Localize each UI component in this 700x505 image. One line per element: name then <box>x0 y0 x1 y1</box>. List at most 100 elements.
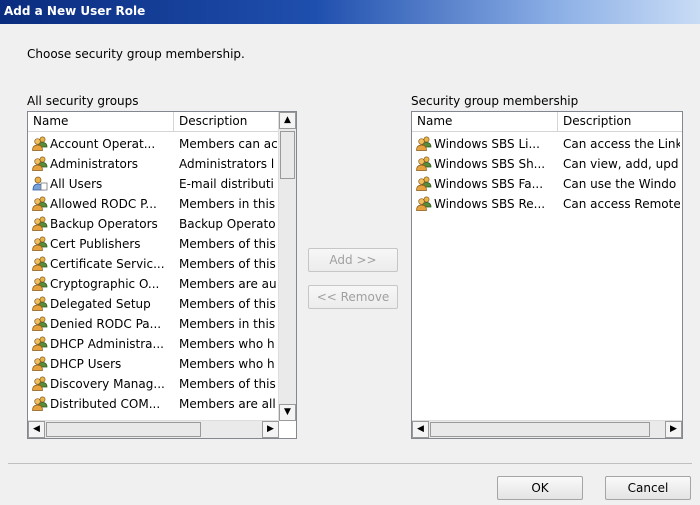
list-item[interactable]: DHCP Administra... Members who h <box>28 334 279 354</box>
column-header-description[interactable]: Description <box>174 112 284 131</box>
all-groups-rows: Account Operat... Members can ac Administr… <box>28 132 279 421</box>
list-item[interactable]: Certificate Servic... Members of this <box>28 254 279 274</box>
add-button[interactable]: Add >> <box>308 248 398 272</box>
group-icon <box>416 176 432 191</box>
group-description: Members who h <box>179 337 275 351</box>
group-description: Members of this <box>179 237 276 251</box>
group-icon <box>32 136 48 151</box>
group-name: Allowed RODC P... <box>50 197 157 211</box>
group-icon <box>32 296 48 311</box>
all-groups-label: All security groups <box>27 94 139 108</box>
group-name-cell: Administrators <box>32 154 174 174</box>
group-icon <box>32 316 48 331</box>
scroll-right-button[interactable]: ▶ <box>665 421 682 438</box>
column-header-name[interactable]: Name <box>412 112 558 131</box>
group-name: Delegated Setup <box>50 297 151 311</box>
group-name: All Users <box>50 177 103 191</box>
group-name: Distributed COM... <box>50 397 161 411</box>
list-item[interactable]: Allowed RODC P... Members in this <box>28 194 279 214</box>
horizontal-scrollbar[interactable]: ◀ ▶ <box>412 420 682 438</box>
group-description: Can view, add, upd <box>563 157 679 171</box>
group-name: Cryptographic O... <box>50 277 160 291</box>
group-name-cell: All Users <box>32 174 174 194</box>
group-description: Members can ac <box>179 137 278 151</box>
list-item[interactable]: Account Operat... Members can ac <box>28 134 279 154</box>
group-name-cell: DHCP Administra... <box>32 334 174 354</box>
group-name-cell: Distributed COM... <box>32 394 174 414</box>
group-name-cell: Windows SBS Sh... <box>416 154 558 174</box>
list-item[interactable]: Windows SBS Re... Can access Remote <box>412 194 682 214</box>
group-icon <box>32 256 48 271</box>
group-name: Backup Operators <box>50 217 158 231</box>
all-groups-header: Name Description <box>28 112 284 132</box>
group-name: Account Operat... <box>50 137 156 151</box>
group-icon <box>32 276 48 291</box>
group-icon <box>416 156 432 171</box>
group-name: DHCP Users <box>50 357 122 371</box>
scroll-left-button[interactable]: ◀ <box>28 421 45 438</box>
window-title: Add a New User Role <box>4 4 146 18</box>
scroll-down-button[interactable]: ▼ <box>279 404 296 421</box>
group-icon <box>32 216 48 231</box>
column-header-name[interactable]: Name <box>28 112 174 131</box>
membership-header: Name Description <box>412 112 682 132</box>
remove-button[interactable]: << Remove <box>308 285 398 309</box>
list-item[interactable]: Windows SBS Li... Can access the Link <box>412 134 682 154</box>
list-item[interactable]: Windows SBS Fa... Can use the Windo <box>412 174 682 194</box>
group-name: Certificate Servic... <box>50 257 165 271</box>
cancel-button[interactable]: Cancel <box>605 476 691 500</box>
list-item[interactable]: Windows SBS Sh... Can view, add, upd <box>412 154 682 174</box>
instruction-text: Choose security group membership. <box>27 47 245 61</box>
column-header-description[interactable]: Description <box>558 112 682 131</box>
list-item[interactable]: Distributed COM... Members are all <box>28 394 279 414</box>
group-icon <box>416 136 432 151</box>
list-item[interactable]: Discovery Manag... Members of this <box>28 374 279 394</box>
group-description: Members who h <box>179 357 275 371</box>
group-name-cell: Allowed RODC P... <box>32 194 174 214</box>
scroll-left-button[interactable]: ◀ <box>412 421 429 438</box>
scroll-thumb[interactable] <box>46 422 201 437</box>
all-groups-list[interactable]: Name Description Account Operat... Member… <box>27 111 297 439</box>
ok-button[interactable]: OK <box>497 476 583 500</box>
group-name-cell: DHCP Users <box>32 354 174 374</box>
group-name-cell: Discovery Manag... <box>32 374 174 394</box>
list-item[interactable]: Backup Operators Backup Operato <box>28 214 279 234</box>
list-item[interactable]: Denied RODC Pa... Members in this <box>28 314 279 334</box>
scroll-up-button[interactable]: ▲ <box>279 112 296 129</box>
group-name: Discovery Manag... <box>50 377 165 391</box>
group-description: Administrators l <box>179 157 275 171</box>
distribution-list-icon <box>32 176 48 191</box>
group-name: Denied RODC Pa... <box>50 317 162 331</box>
group-icon <box>416 196 432 211</box>
horizontal-scrollbar[interactable]: ◀ ▶ <box>28 420 279 438</box>
list-item[interactable]: DHCP Users Members who h <box>28 354 279 374</box>
membership-list[interactable]: Name Description Windows SBS Li... Can ac… <box>411 111 683 439</box>
group-description: Members are all <box>179 397 276 411</box>
group-name: Windows SBS Fa... <box>434 177 544 191</box>
group-description: Backup Operato <box>179 217 276 231</box>
group-description: Members are au <box>179 277 277 291</box>
list-item[interactable]: Cert Publishers Members of this <box>28 234 279 254</box>
vertical-scrollbar[interactable]: ▲ ▼ <box>278 112 296 421</box>
add-user-role-dialog: Add a New User Role Choose security grou… <box>0 0 700 505</box>
group-name: Windows SBS Li... <box>434 137 540 151</box>
list-item[interactable]: All Users E-mail distributi <box>28 174 279 194</box>
group-name: Administrators <box>50 157 139 171</box>
title-bar[interactable]: Add a New User Role <box>0 0 700 24</box>
scroll-right-button[interactable]: ▶ <box>262 421 279 438</box>
scroll-thumb[interactable] <box>280 131 295 179</box>
group-description: Members of this <box>179 297 276 311</box>
list-item[interactable]: Delegated Setup Members of this <box>28 294 279 314</box>
group-name: Windows SBS Sh... <box>434 157 546 171</box>
group-name-cell: Backup Operators <box>32 214 174 234</box>
group-name-cell: Cert Publishers <box>32 234 174 254</box>
list-item[interactable]: Administrators Administrators l <box>28 154 279 174</box>
group-description: Members in this <box>179 197 276 211</box>
group-description: Can access Remote <box>563 197 680 211</box>
group-description: Members of this <box>179 377 276 391</box>
scroll-thumb[interactable] <box>430 422 650 437</box>
group-name-cell: Windows SBS Re... <box>416 194 558 214</box>
group-description: Can use the Windo <box>563 177 677 191</box>
list-item[interactable]: Cryptographic O... Members are au <box>28 274 279 294</box>
group-icon <box>32 156 48 171</box>
